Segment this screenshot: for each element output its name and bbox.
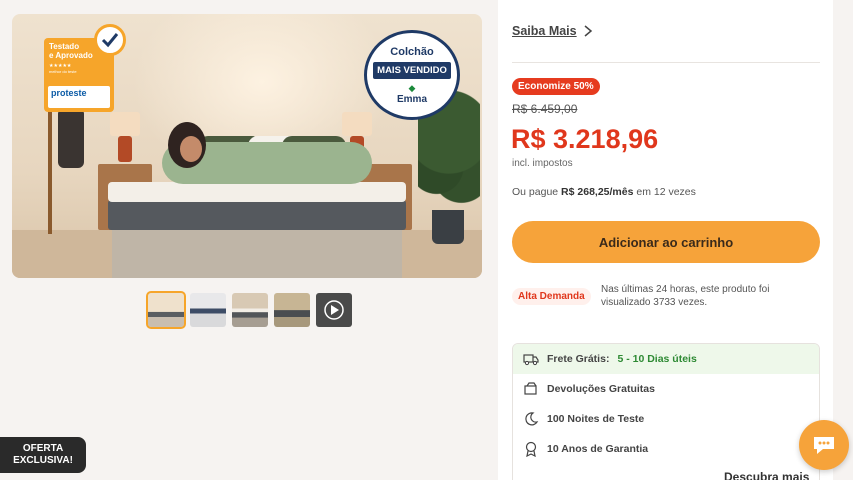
- benefit-shipping-label: Frete Grátis:: [547, 353, 610, 365]
- offer-line2: EXCLUSIVA!: [13, 455, 73, 466]
- person-face: [180, 136, 202, 162]
- bed-base: [112, 226, 402, 278]
- installment-prefix: Ou pague: [512, 186, 559, 198]
- thumbnail-3[interactable]: [232, 293, 268, 327]
- discount-badge: Economize 50%: [512, 78, 600, 95]
- moon-icon: [523, 411, 539, 427]
- return-icon: [523, 381, 539, 397]
- proteste-logo: proteste: [48, 86, 110, 108]
- truck-icon: [523, 351, 539, 367]
- lamp-right: [342, 112, 372, 136]
- saiba-mais-label: Saiba Mais: [512, 24, 577, 38]
- benefit-trial-label: 100 Noites de Teste: [547, 413, 645, 425]
- chat-icon: [814, 437, 834, 454]
- badge-sub: melhor do teste: [49, 69, 77, 74]
- play-icon: [324, 300, 344, 320]
- coat: [58, 108, 84, 168]
- lamp-left: [110, 112, 140, 136]
- installment-value: R$ 268,25/mês: [561, 186, 634, 198]
- chevron-right-icon: [584, 25, 592, 37]
- lamp-left-base: [118, 136, 132, 162]
- thumbnail-strip: [146, 291, 352, 329]
- benefit-warranty-label: 10 Anos de Garantia: [547, 443, 649, 455]
- seal-middle: MAIS VENDIDO: [373, 61, 451, 79]
- benefit-warranty: 10 Anos de Garantia: [513, 434, 819, 464]
- best-seller-seal: Colchão MAIS VENDIDO ◆ Emma: [364, 30, 460, 120]
- benefit-trial: 100 Noites de Teste: [513, 404, 819, 434]
- old-price: R$ 6.459,00: [512, 102, 578, 116]
- thumbnail-1[interactable]: [146, 291, 186, 329]
- chat-button[interactable]: [799, 420, 849, 470]
- add-to-cart-button[interactable]: Adicionar ao carrinho: [512, 221, 820, 263]
- mattress-top: [108, 182, 406, 202]
- installment-info: Ou pague R$ 268,25/mês em 12 vezes: [512, 186, 696, 198]
- brazil-flag-icon: ◆: [408, 82, 416, 93]
- tax-note: incl. impostos: [512, 158, 573, 169]
- exclusive-offer-tab[interactable]: OFERTA EXCLUSIVA!: [0, 437, 86, 473]
- high-demand-badge: Alta Demanda: [512, 288, 591, 305]
- mattress-side: [108, 200, 406, 230]
- seal-top: Colchão: [390, 45, 434, 58]
- plant-pot: [432, 210, 464, 244]
- installment-suffix: em 12 vezes: [636, 186, 696, 198]
- tested-approved-badge: Testado e Aprovado ★★★★★ melhor do teste…: [44, 24, 126, 112]
- saiba-mais-link[interactable]: Saiba Mais: [512, 24, 593, 38]
- offer-line1: OFERTA: [22, 443, 64, 454]
- thumbnail-video[interactable]: [316, 293, 352, 327]
- benefits-box: Frete Grátis: 5 - 10 Dias úteis Devoluçõ…: [512, 343, 820, 480]
- seal-bottom: Emma: [396, 93, 427, 105]
- benefit-returns: Devoluções Gratuitas: [513, 374, 819, 404]
- benefit-shipping-days: 5 - 10 Dias úteis: [617, 353, 697, 365]
- benefit-returns-label: Devoluções Gratuitas: [547, 383, 655, 395]
- thumbnail-2[interactable]: [190, 293, 226, 327]
- thumbnail-4[interactable]: [274, 293, 310, 327]
- current-price: R$ 3.218,96: [511, 124, 659, 154]
- check-icon: [94, 24, 126, 56]
- benefit-shipping: Frete Grátis: 5 - 10 Dias úteis: [513, 344, 819, 374]
- demand-text: Nas últimas 24 horas, este produto foi v…: [601, 284, 770, 308]
- product-info-panel: Saiba Mais Economize 50% R$ 6.459,00 R$ …: [498, 0, 833, 480]
- descubra-mais-link[interactable]: Descubra mais: [724, 470, 809, 480]
- award-icon: [523, 441, 539, 457]
- divider: [512, 62, 820, 63]
